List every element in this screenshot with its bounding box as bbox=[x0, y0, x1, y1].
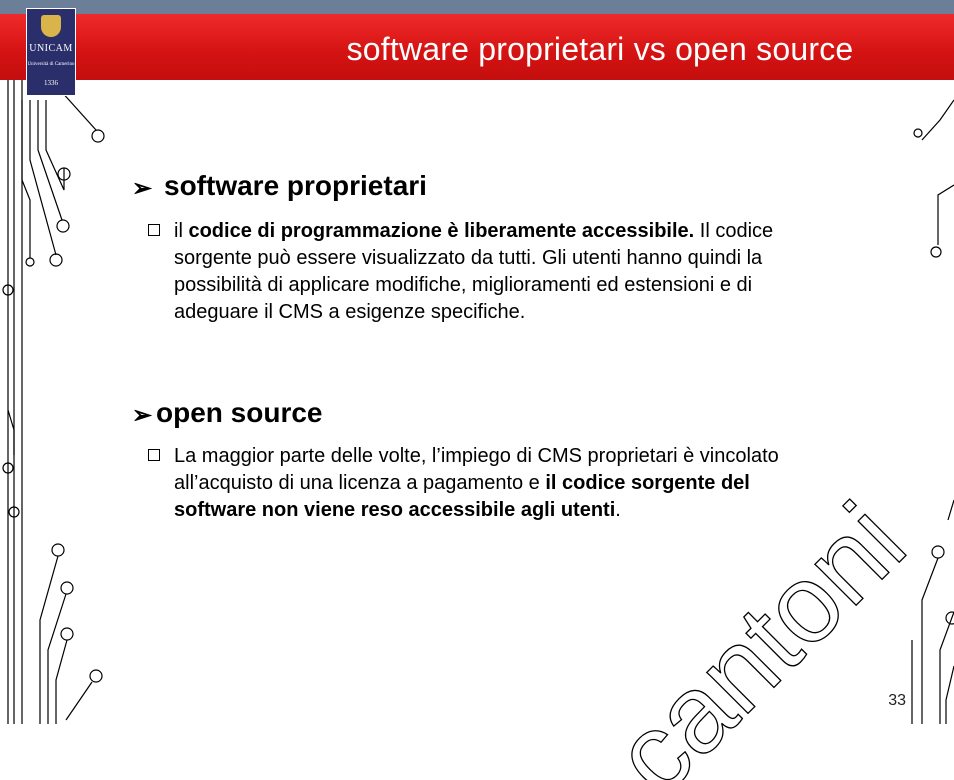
university-logo: UNICAM Università di Camerino 1336 bbox=[26, 8, 76, 96]
logo-name: UNICAM bbox=[29, 43, 73, 54]
paragraph-prefix: il bbox=[174, 220, 189, 242]
slide: software proprietari vs open source UNIC… bbox=[0, 0, 954, 780]
arrow-bullet-icon: ➢ bbox=[132, 175, 153, 202]
checkbox-bullet-icon bbox=[148, 449, 160, 461]
section-heading: software proprietari bbox=[164, 170, 427, 201]
circuit-decoration bbox=[2, 80, 954, 724]
paragraph-rest: . bbox=[615, 499, 621, 521]
logo-year: 1336 bbox=[44, 79, 58, 87]
section-paragraph: il codice di programmazione è liberament… bbox=[174, 218, 834, 326]
logo-subtitle: Università di Camerino bbox=[27, 62, 75, 67]
page-number: 33 bbox=[888, 692, 906, 709]
section-paragraph: La maggior parte delle volte, l’impiego … bbox=[174, 443, 834, 524]
arrow-bullet-icon: ➢ bbox=[132, 402, 153, 429]
paragraph-bold: codice di programmazione è liberamente a… bbox=[188, 220, 695, 242]
section-heading: open source bbox=[156, 397, 323, 428]
checkbox-bullet-icon bbox=[148, 224, 160, 236]
crest-icon bbox=[41, 15, 61, 37]
